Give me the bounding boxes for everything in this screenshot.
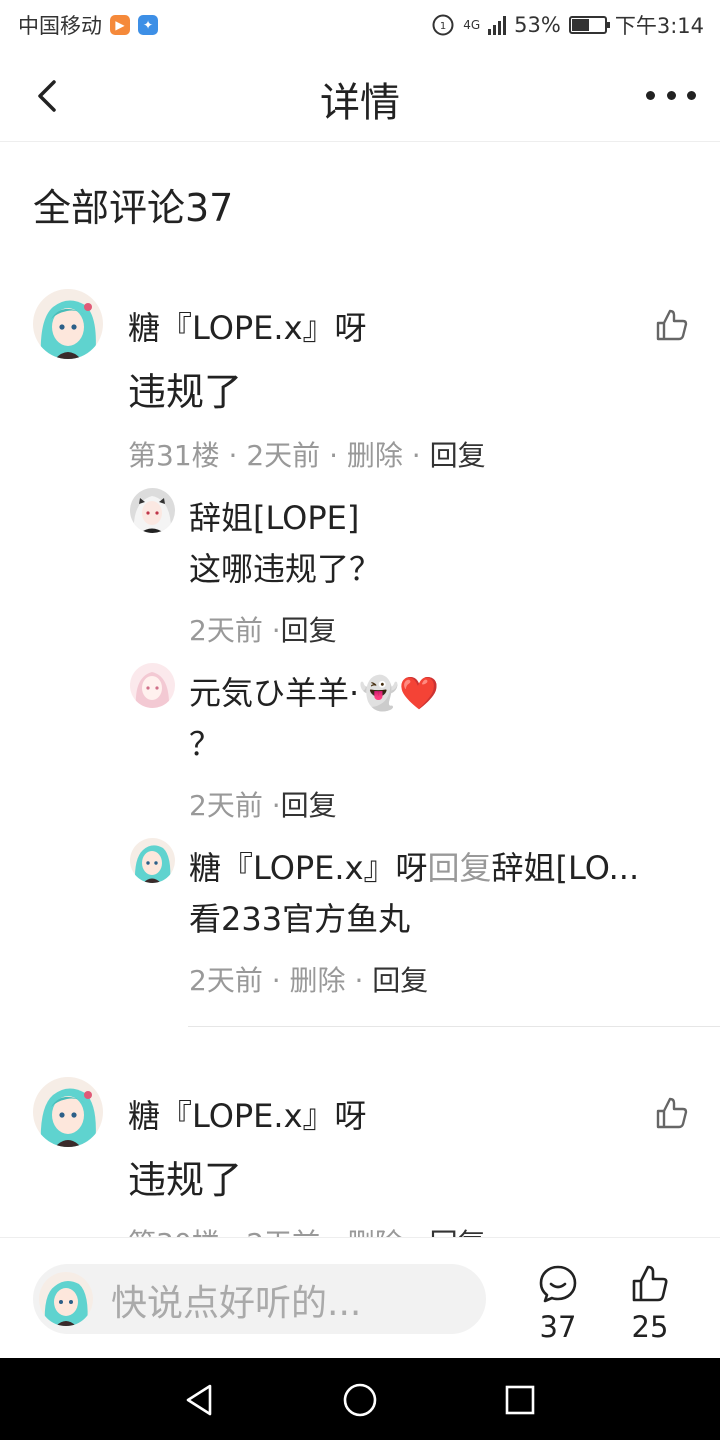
reply-meta: 2天前 ·回复 <box>189 614 337 647</box>
svg-text:1: 1 <box>440 21 446 32</box>
reply-author: 糖『LOPE.x』呀回复辞姐[LO... <box>189 843 639 889</box>
section-title: 全部评论37 <box>33 186 234 230</box>
avatar[interactable] <box>33 289 103 359</box>
recents-nav-button[interactable] <box>502 1382 538 1418</box>
thumbs-up-icon <box>632 1265 668 1302</box>
video-app-icon: ▶ <box>110 15 130 35</box>
comment-floor: 第31楼 <box>128 439 220 472</box>
status-bar: 中国移动 ▶ ✦ 1 4G 53% 下午3:14 <box>0 0 720 50</box>
reply-button[interactable]: 回复 <box>430 439 486 472</box>
comment-meta: 第30楼 · 2天前 · 删除 · 回复 <box>128 1222 486 1237</box>
comment-floor: 第30楼 <box>128 1227 220 1237</box>
comment-bubble-icon <box>539 1265 577 1303</box>
comment-time: 2天前 <box>246 439 321 472</box>
like-button[interactable] <box>654 307 690 343</box>
more-options-button[interactable] <box>646 80 696 110</box>
thumbs-up-icon <box>656 1097 688 1129</box>
like-button[interactable]: 25 <box>620 1264 680 1344</box>
carrier-name: 中国移动 <box>18 14 102 38</box>
reply-time: 2天前 <box>189 964 263 997</box>
reply-author[interactable]: 辞姐[LOPE] <box>189 493 359 539</box>
reply-button[interactable]: 回复 <box>372 964 428 997</box>
reply-target-name[interactable]: 辞姐[LO... <box>492 849 640 887</box>
home-nav-button[interactable] <box>342 1382 378 1418</box>
system-nav-bar <box>0 1358 720 1440</box>
dot-icon <box>646 90 655 100</box>
avatar[interactable] <box>33 1077 103 1147</box>
network-type: 4G <box>463 18 481 32</box>
page-title: 详情 <box>320 80 400 126</box>
comment-meta: 第31楼 · 2天前 · 删除 · 回复 <box>128 439 486 472</box>
reply-to-label: 回复 <box>427 849 492 887</box>
comment-text: 违规了 <box>128 1158 243 1202</box>
reply-button[interactable]: 回复 <box>281 614 337 647</box>
reply-button[interactable]: 回复 <box>430 1227 486 1237</box>
back-nav-button[interactable] <box>182 1382 218 1418</box>
like-button[interactable] <box>654 1095 690 1131</box>
avatar <box>39 1272 93 1326</box>
reply-text: 看233官方鱼丸 <box>189 900 411 938</box>
avatar[interactable] <box>130 663 175 708</box>
input-placeholder: 快说点好听的... <box>111 1283 362 1324</box>
top-nav-bar: 详情 <box>0 50 720 142</box>
reply-text: 这哪违规了？ <box>189 550 382 588</box>
dot-icon <box>687 90 696 100</box>
reply-meta: 2天前 ·回复 <box>189 789 337 822</box>
like-count: 25 <box>631 1310 669 1344</box>
reply-time: 2天前 <box>189 614 263 647</box>
triangle-back-icon <box>186 1384 212 1416</box>
signal-icon <box>488 15 507 35</box>
comment-time: 2天前 <box>246 1227 320 1237</box>
comment-author[interactable]: 糖『LOPE.x』呀 <box>128 303 367 349</box>
reply-author-name[interactable]: 糖『LOPE.x』呀 <box>189 849 428 887</box>
avatar[interactable] <box>130 838 175 883</box>
square-recents-icon <box>505 1385 535 1415</box>
comment-list[interactable]: 全部评论37 糖『LOPE.x』呀 违规了 第31楼 · 2天前 · 删除 · … <box>0 143 720 1237</box>
comment-input[interactable]: 快说点好听的... <box>33 1264 486 1334</box>
dot-icon <box>666 90 676 100</box>
divider <box>188 1026 720 1027</box>
reply-author[interactable]: 元気ひ羊羊·👻❤️ <box>189 668 439 714</box>
reply-time: 2天前 <box>189 789 263 822</box>
clock: 下午3:14 <box>614 14 704 38</box>
comment-button[interactable]: 37 <box>528 1264 588 1344</box>
comment-count: 37 <box>539 1310 577 1344</box>
data-saver-icon: 1 <box>432 14 454 36</box>
thumbs-up-icon <box>656 309 688 341</box>
comment-text: 违规了 <box>128 370 243 414</box>
reply-meta: 2天前 · 删除 · 回复 <box>189 964 429 997</box>
comment-author[interactable]: 糖『LOPE.x』呀 <box>128 1091 367 1137</box>
delete-button[interactable]: 删除 <box>290 964 346 997</box>
avatar[interactable] <box>130 488 175 533</box>
circle-home-icon <box>343 1383 377 1417</box>
delete-button[interactable]: 删除 <box>347 1227 403 1237</box>
bird-app-icon: ✦ <box>138 15 158 35</box>
reply-text: ？ <box>189 725 222 763</box>
battery-percent: 53% <box>514 13 561 37</box>
delete-button[interactable]: 删除 <box>347 439 403 472</box>
battery-icon <box>568 16 610 34</box>
bottom-action-bar: 快说点好听的... 37 25 <box>0 1237 720 1358</box>
reply-button[interactable]: 回复 <box>281 789 337 822</box>
